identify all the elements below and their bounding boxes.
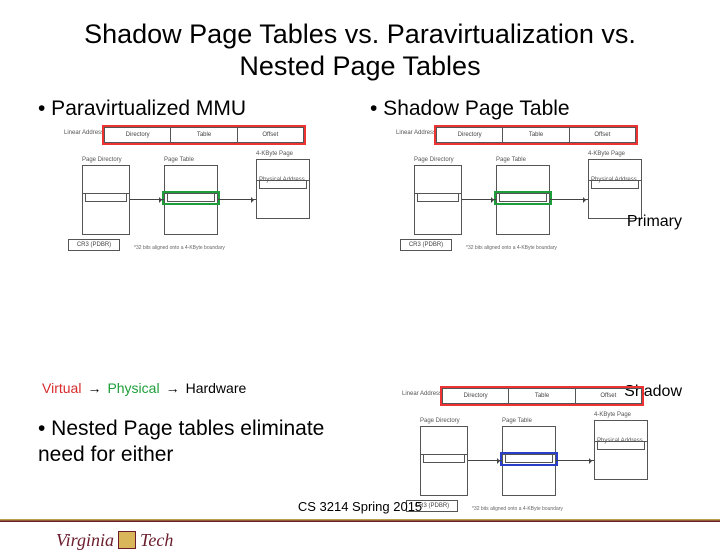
mapping-physical: Physical <box>107 380 159 396</box>
vt-shield-icon <box>118 531 136 549</box>
highlight-red <box>434 125 638 145</box>
logo-tech: Tech <box>140 530 173 551</box>
diagram-shadow-secondary: Linear Address Directory Table Offset Pa… <box>382 388 682 518</box>
bullet-nested: • Nested Page tables eliminate need for … <box>38 416 338 469</box>
diagram-paravirtualized: Linear Address Directory Table Offset Pa… <box>38 127 350 277</box>
highlight-green <box>162 191 220 205</box>
virginia-tech-logo: Virginia Tech <box>56 530 173 551</box>
slide-title: Shadow Page Tables vs. Paravirtualizatio… <box>40 18 680 83</box>
page-table-label: Page Table <box>164 157 194 163</box>
page-directory-label: Page Directory <box>82 157 122 163</box>
linear-addr-label: Linear Address <box>64 130 104 136</box>
cr3-box: CR3 (PDBR) <box>68 239 120 251</box>
logo-virginia: Virginia <box>56 530 114 551</box>
mapping-hardware: Hardware <box>186 380 247 396</box>
page-frame <box>256 159 310 219</box>
arrow-icon: → <box>87 380 101 396</box>
bullet-paravirtualized: • Paravirtualized MMU <box>38 97 350 121</box>
highlight-green <box>494 191 552 205</box>
footer: Virginia Tech <box>0 522 720 558</box>
tag-primary: Primary <box>627 213 682 231</box>
highlight-blue <box>500 452 558 466</box>
mapping-virtual: Virtual <box>42 380 81 396</box>
page-directory <box>82 165 130 235</box>
highlight-red <box>102 125 306 145</box>
mapping-line: Virtual → Physical → Hardware <box>42 380 246 396</box>
highlight-red <box>440 386 644 406</box>
bullet-shadow: • Shadow Page Table <box>370 97 682 121</box>
diagram-shadow-primary: Linear Address Directory Table Offset Pa… <box>370 127 682 277</box>
arrow-icon: → <box>166 380 180 396</box>
diagram-note: *32 bits aligned onto a 4-KByte boundary <box>134 245 225 251</box>
course-label: CS 3214 Spring 2015 <box>298 499 422 514</box>
page-label: 4-KByte Page <box>256 151 293 157</box>
phys-addr-label: Physical Address <box>259 177 305 183</box>
